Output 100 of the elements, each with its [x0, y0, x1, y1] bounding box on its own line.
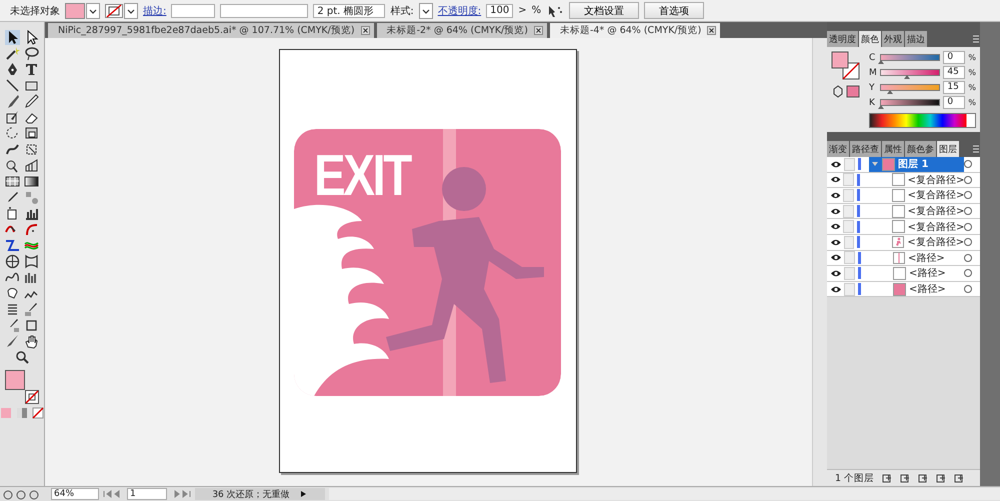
lock-toggle[interactable] — [844, 266, 855, 280]
panel-tab[interactable]: 图层 — [937, 141, 959, 157]
mesh-icon[interactable] — [5, 174, 20, 189]
panel-tab[interactable]: 属性 — [882, 141, 904, 157]
gradient-mode-icon[interactable] — [16, 407, 28, 419]
channel-value-field[interactable]: 45 — [943, 66, 966, 79]
eye-icon[interactable] — [830, 238, 842, 247]
opacity-link[interactable]: 不透明度: — [438, 4, 482, 18]
stroke-weight-field[interactable] — [171, 4, 216, 18]
none-mode-icon[interactable] — [32, 407, 44, 419]
color-mode-icon[interactable] — [0, 407, 12, 419]
artboard-icon[interactable] — [24, 318, 39, 333]
brush-dropdown[interactable]: 2 pt. 椭圆形 — [313, 4, 386, 18]
line-icon[interactable] — [5, 78, 20, 93]
scale-icon[interactable] — [24, 126, 39, 141]
panel-tab[interactable]: 颜色 — [859, 31, 881, 47]
style-dropdown[interactable] — [418, 2, 433, 18]
eye-icon[interactable] — [830, 175, 842, 184]
document-setup-button[interactable]: 文档设置 — [569, 2, 640, 19]
opacity-arrow[interactable]: > — [518, 5, 527, 16]
curve-icon[interactable] — [24, 222, 39, 237]
crosshair-icon[interactable] — [5, 254, 20, 269]
close-icon[interactable] — [360, 26, 370, 35]
free-transform-icon[interactable] — [24, 142, 39, 157]
panel-tab[interactable]: 透明度 — [827, 31, 858, 47]
panel-tab[interactable]: 路径查 — [850, 141, 881, 157]
eye-icon[interactable] — [830, 206, 842, 216]
expand-triangle-icon[interactable] — [871, 160, 879, 168]
eye-icon[interactable] — [830, 160, 842, 169]
fill-swatch[interactable] — [65, 2, 85, 18]
color-spectrum[interactable] — [869, 113, 976, 128]
zoom-field[interactable]: 64% — [51, 488, 99, 500]
wand-icon[interactable] — [5, 46, 20, 61]
target-circle-icon[interactable] — [964, 207, 972, 216]
panel-tab[interactable]: 渐变 — [827, 141, 849, 157]
slider-thumb[interactable] — [886, 90, 893, 94]
color-slider[interactable] — [880, 84, 940, 91]
close-icon[interactable] — [707, 26, 716, 35]
page-field[interactable]: 1 — [127, 488, 167, 500]
channel-value-field[interactable]: 0 — [943, 96, 966, 109]
slider-thumb[interactable] — [878, 60, 884, 64]
panel-menu-icon[interactable] — [972, 144, 980, 154]
eye-icon[interactable] — [830, 253, 842, 262]
hand-icon[interactable] — [24, 334, 39, 349]
pencil-icon[interactable] — [24, 94, 39, 109]
slider-thumb[interactable] — [878, 105, 884, 109]
horizontal-scrollbar[interactable] — [329, 488, 1000, 500]
stroke-dropdown[interactable] — [124, 2, 138, 18]
warp-icon[interactable] — [5, 142, 20, 157]
close-icon[interactable] — [534, 26, 543, 35]
eye-icon[interactable] — [830, 268, 842, 278]
target-circle-icon[interactable] — [964, 285, 972, 294]
document-tab[interactable]: NiPic_287997_5981fbe2e87daeb5.ai* @ 107.71% (CMYK/预览) — [48, 23, 374, 38]
target-circle-icon[interactable] — [964, 222, 972, 231]
stroke-link[interactable]: 描边: — [143, 4, 166, 18]
lock-toggle[interactable] — [844, 282, 855, 296]
lock-toggle[interactable] — [843, 173, 854, 186]
eye-icon[interactable] — [830, 190, 842, 200]
opacity-field[interactable]: 100 — [486, 4, 514, 18]
knife-icon[interactable] — [5, 334, 20, 349]
target-circle-icon[interactable] — [964, 160, 972, 168]
channel-value-field[interactable]: 0 — [943, 51, 966, 64]
bar-graph-icon[interactable] — [24, 206, 39, 221]
channel-value-field[interactable]: 15 — [943, 81, 966, 94]
zoom-icon[interactable] — [14, 350, 30, 365]
type-icon[interactable] — [24, 62, 39, 77]
preferences-button[interactable]: 首选项 — [644, 2, 704, 19]
lock-toggle[interactable] — [843, 188, 854, 202]
pointer-icon[interactable] — [546, 4, 564, 18]
lines-icon[interactable] — [5, 302, 20, 317]
color-slider[interactable] — [880, 54, 940, 61]
target-circle-icon[interactable] — [964, 269, 972, 278]
color-slider[interactable] — [880, 99, 940, 106]
lasso-icon[interactable] — [24, 46, 39, 61]
target-circle-icon[interactable] — [964, 238, 972, 246]
stroke-color-swatch-icon[interactable] — [25, 390, 39, 404]
pinch-icon[interactable] — [24, 254, 39, 269]
layer-item[interactable]: 图层 1 — [869, 157, 964, 172]
target-circle-icon[interactable] — [964, 191, 972, 200]
gradient-icon[interactable] — [24, 174, 39, 189]
document-tab[interactable]: 未标题-2* @ 64% (CMYK/预览) — [376, 23, 547, 38]
color-slider[interactable] — [880, 69, 940, 76]
fill-color-swatch[interactable] — [5, 370, 25, 390]
slider-thumb[interactable] — [904, 75, 910, 79]
lock-toggle[interactable] — [843, 204, 854, 218]
lock-toggle[interactable] — [844, 236, 854, 249]
target-circle-icon[interactable] — [964, 254, 972, 262]
lock-toggle[interactable] — [844, 251, 855, 264]
brush-icon[interactable] — [5, 94, 20, 109]
zigzag-icon[interactable] — [5, 238, 20, 253]
panel-tab[interactable]: 颜色参 — [905, 141, 936, 157]
panel-tab[interactable]: 描边 — [905, 31, 927, 47]
column-graph-icon[interactable] — [24, 270, 39, 285]
lock-toggle[interactable] — [843, 220, 854, 234]
target-circle-icon[interactable] — [964, 176, 972, 184]
stroke-swatch-icon[interactable] — [105, 4, 123, 18]
rotate-icon[interactable] — [5, 126, 20, 141]
eye-icon[interactable] — [830, 284, 842, 294]
fill-dropdown[interactable] — [86, 2, 100, 18]
lock-toggle[interactable] — [844, 158, 855, 171]
